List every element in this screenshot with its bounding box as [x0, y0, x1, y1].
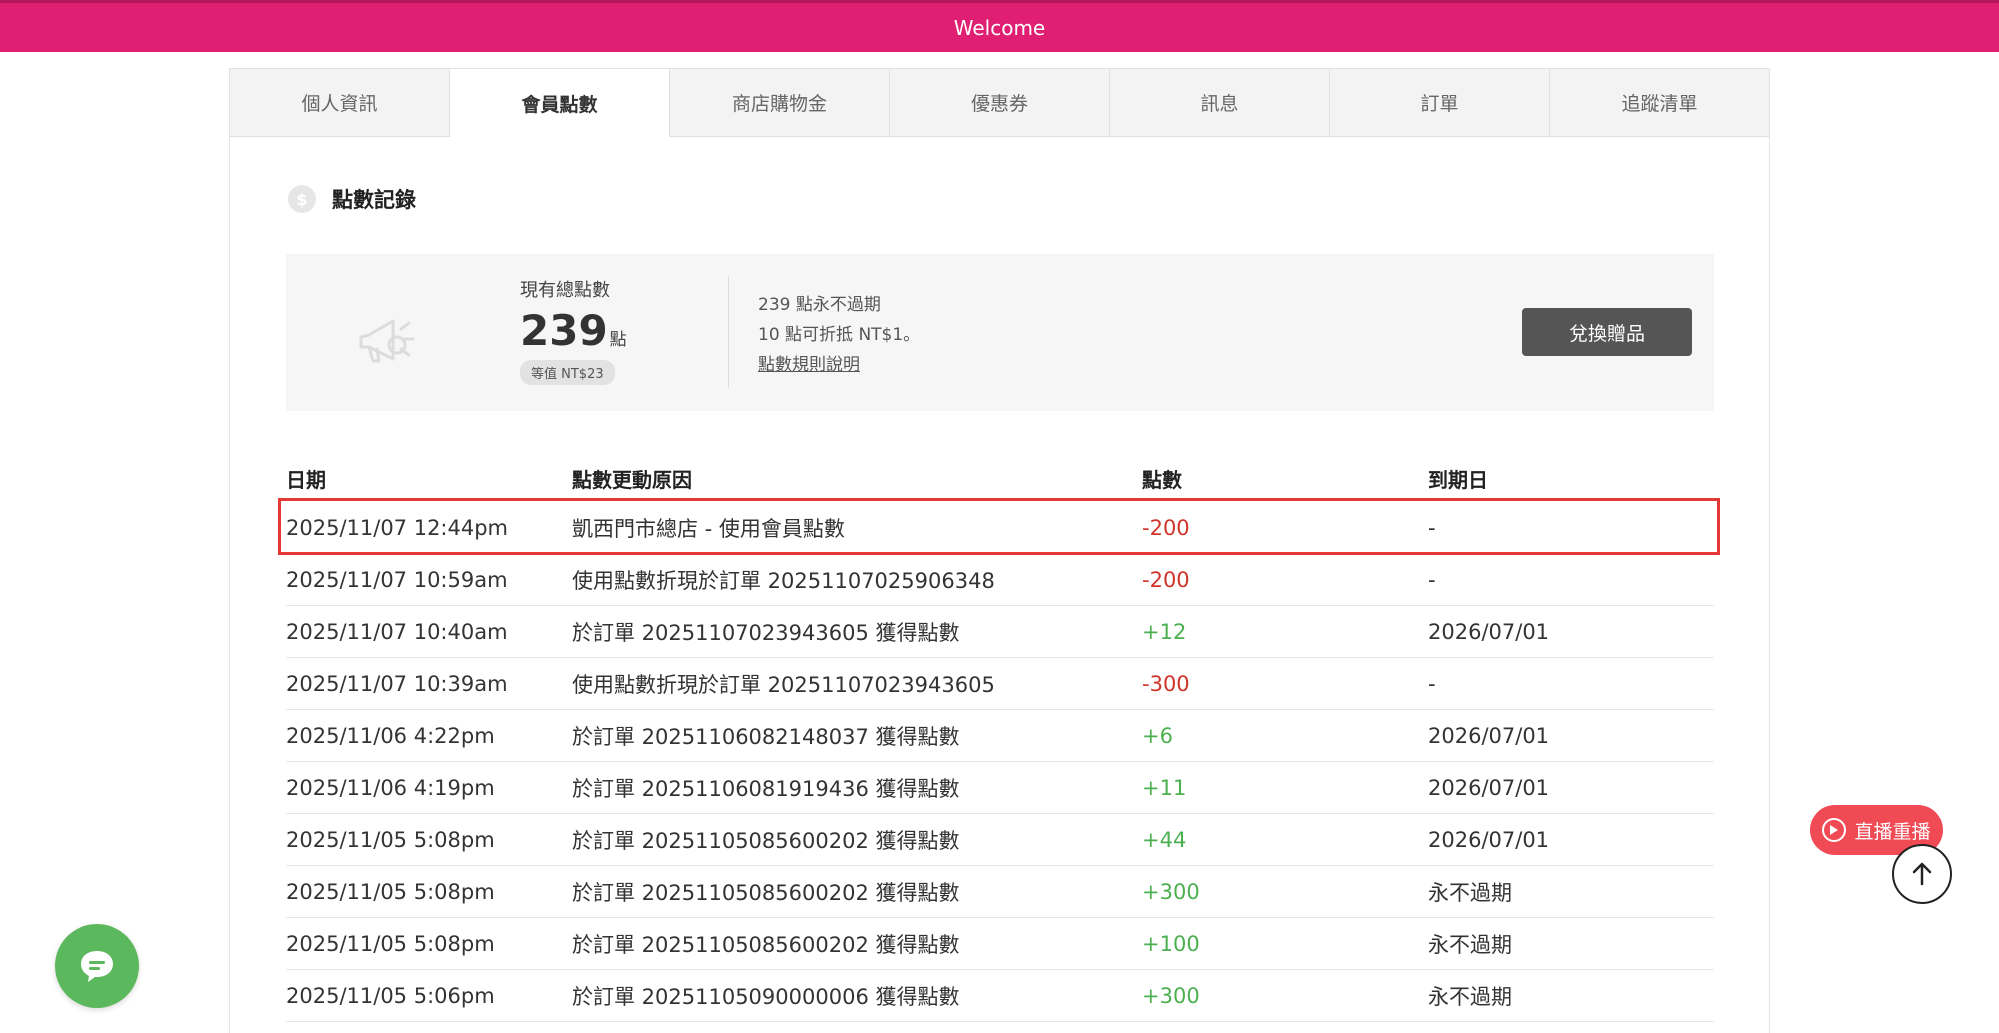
table-row: 2025/11/07 12:44pm 凱西門市總店 - 使用會員點數 -200 …	[286, 502, 1714, 554]
table-row: 2025/11/05 5:08pm 於訂單 20251105085600202 …	[286, 866, 1714, 918]
points-history-table: 日期 點數更動原因 點數 到期日 2025/11/07 12:44pm 凱西門市…	[286, 454, 1714, 1022]
row-date: 2025/11/07 10:59am	[286, 567, 508, 592]
table-row: 2025/11/07 10:59am 使用點數折現於訂單 20251107025…	[286, 554, 1714, 606]
row-reason: 於訂單 20251105090000006 獲得點數	[572, 984, 960, 1009]
dollar-coin-icon: $	[288, 185, 316, 213]
table-header: 日期 點數更動原因 點數 到期日	[286, 454, 1714, 502]
header-points: 點數	[1142, 467, 1182, 492]
row-date: 2025/11/07 12:44pm	[286, 515, 509, 540]
play-icon	[1822, 818, 1847, 842]
summary-divider	[728, 276, 729, 388]
row-date: 2025/11/05 5:08pm	[286, 827, 495, 852]
row-expiry: -	[1428, 567, 1436, 592]
top-banner: Welcome	[0, 0, 1999, 52]
row-points: +44	[1142, 827, 1187, 852]
row-date: 2025/11/05 5:06pm	[286, 983, 495, 1008]
conversion-text: 10 點可折抵 NT$1。	[758, 325, 921, 345]
total-points-value: 239 點	[520, 310, 627, 352]
member-panel: 個人資訊 會員點數 商店購物金 優惠券 訊息 訂單 追蹤清單 $ 點數記錄 現有…	[229, 68, 1770, 1033]
points-rules: 239 點永不過期 10 點可折抵 NT$1。 點數規則說明	[758, 290, 920, 380]
points-rules-link[interactable]: 點數規則說明	[758, 355, 860, 375]
row-reason: 於訂單 20251106081919436 獲得點數	[572, 776, 960, 801]
arrow-up-icon	[1912, 862, 1932, 886]
table-row: 2025/11/05 5:08pm 於訂單 20251105085600202 …	[286, 918, 1714, 970]
row-expiry: -	[1428, 515, 1436, 540]
equivalent-value-badge: 等值 NT$23	[520, 360, 615, 385]
tab-wishlist[interactable]: 追蹤清單	[1550, 69, 1769, 137]
header-expiry: 到期日	[1428, 467, 1488, 492]
header-date: 日期	[286, 467, 326, 492]
megaphone-icon	[359, 319, 415, 363]
row-date: 2025/11/07 10:39am	[286, 671, 508, 696]
row-points: +6	[1142, 723, 1173, 748]
row-reason: 使用點數折現於訂單 20251107025906348	[572, 568, 995, 593]
header-reason: 點數更動原因	[572, 467, 692, 492]
tab-bar: 個人資訊 會員點數 商店購物金 優惠券 訊息 訂單 追蹤清單	[230, 69, 1769, 137]
live-replay-label: 直播重播	[1854, 820, 1931, 843]
row-date: 2025/11/07 10:40am	[286, 619, 508, 644]
table-row: 2025/11/07 10:39am 使用點數折現於訂單 20251107023…	[286, 658, 1714, 710]
total-points-label: 現有總點數	[520, 280, 610, 301]
row-points: -200	[1142, 515, 1190, 540]
tab-member-points[interactable]: 會員點數	[450, 69, 670, 137]
table-row: 2025/11/05 5:06pm 於訂單 20251105090000006 …	[286, 970, 1714, 1022]
row-points: +100	[1142, 931, 1200, 956]
page: Welcome 個人資訊 會員點數 商店購物金 優惠券 訊息 訂單 追蹤清單 $…	[0, 0, 1999, 1033]
row-points: -300	[1142, 671, 1190, 696]
chat-bubble-icon	[81, 951, 113, 982]
tab-store-credit[interactable]: 商店購物金	[670, 69, 890, 137]
tab-messages[interactable]: 訊息	[1110, 69, 1330, 137]
row-date: 2025/11/06 4:22pm	[286, 723, 495, 748]
section-title: 點數記錄	[332, 188, 416, 212]
row-points: +11	[1142, 775, 1187, 800]
row-date: 2025/11/05 5:08pm	[286, 879, 495, 904]
tab-orders[interactable]: 訂單	[1330, 69, 1550, 137]
section-heading: $ 點數記錄	[288, 184, 416, 214]
table-row: 2025/11/07 10:40am 於訂單 20251107023943605…	[286, 606, 1714, 658]
redeem-gift-button[interactable]: 兌換贈品	[1522, 308, 1692, 356]
total-points-unit: 點	[609, 330, 627, 350]
banner-title: Welcome	[953, 15, 1046, 40]
never-expire-text: 239 點永不過期	[758, 295, 881, 315]
row-expiry: 2026/07/01	[1428, 827, 1550, 852]
row-expiry: 永不過期	[1428, 932, 1512, 957]
total-points-block: 現有總點數 239 點 等值 NT$23	[520, 276, 627, 385]
row-reason: 於訂單 20251105085600202 獲得點數	[572, 880, 960, 905]
row-points: +300	[1142, 879, 1200, 904]
row-expiry: 2026/07/01	[1428, 619, 1550, 644]
row-points: +300	[1142, 983, 1200, 1008]
table-row: 2025/11/05 5:08pm 於訂單 20251105085600202 …	[286, 814, 1714, 866]
row-reason: 於訂單 20251107023943605 獲得點數	[572, 620, 960, 645]
total-points-number: 239	[520, 306, 608, 355]
row-points: +12	[1142, 619, 1187, 644]
row-expiry: 永不過期	[1428, 880, 1512, 905]
row-date: 2025/11/06 4:19pm	[286, 775, 495, 800]
row-reason: 於訂單 20251105085600202 獲得點數	[572, 828, 960, 853]
chat-button[interactable]	[55, 924, 139, 1008]
row-expiry: -	[1428, 671, 1436, 696]
table-row: 2025/11/06 4:22pm 於訂單 20251106082148037 …	[286, 710, 1714, 762]
row-reason: 使用點數折現於訂單 20251107023943605	[572, 672, 995, 697]
back-to-top-button[interactable]	[1892, 844, 1952, 904]
row-reason: 於訂單 20251106082148037 獲得點數	[572, 724, 960, 749]
row-expiry: 2026/07/01	[1428, 723, 1550, 748]
row-points: -200	[1142, 567, 1190, 592]
row-reason: 凱西門市總店 - 使用會員點數	[572, 516, 845, 541]
row-reason: 於訂單 20251105085600202 獲得點數	[572, 932, 960, 957]
table-row: 2025/11/06 4:19pm 於訂單 20251106081919436 …	[286, 762, 1714, 814]
points-summary: 現有總點數 239 點 等值 NT$23 239 點永不過期 10 點可折抵 N…	[286, 254, 1714, 411]
row-expiry: 永不過期	[1428, 984, 1512, 1009]
tab-coupons[interactable]: 優惠券	[890, 69, 1110, 137]
tab-profile[interactable]: 個人資訊	[230, 69, 450, 137]
row-expiry: 2026/07/01	[1428, 775, 1550, 800]
row-date: 2025/11/05 5:08pm	[286, 931, 495, 956]
